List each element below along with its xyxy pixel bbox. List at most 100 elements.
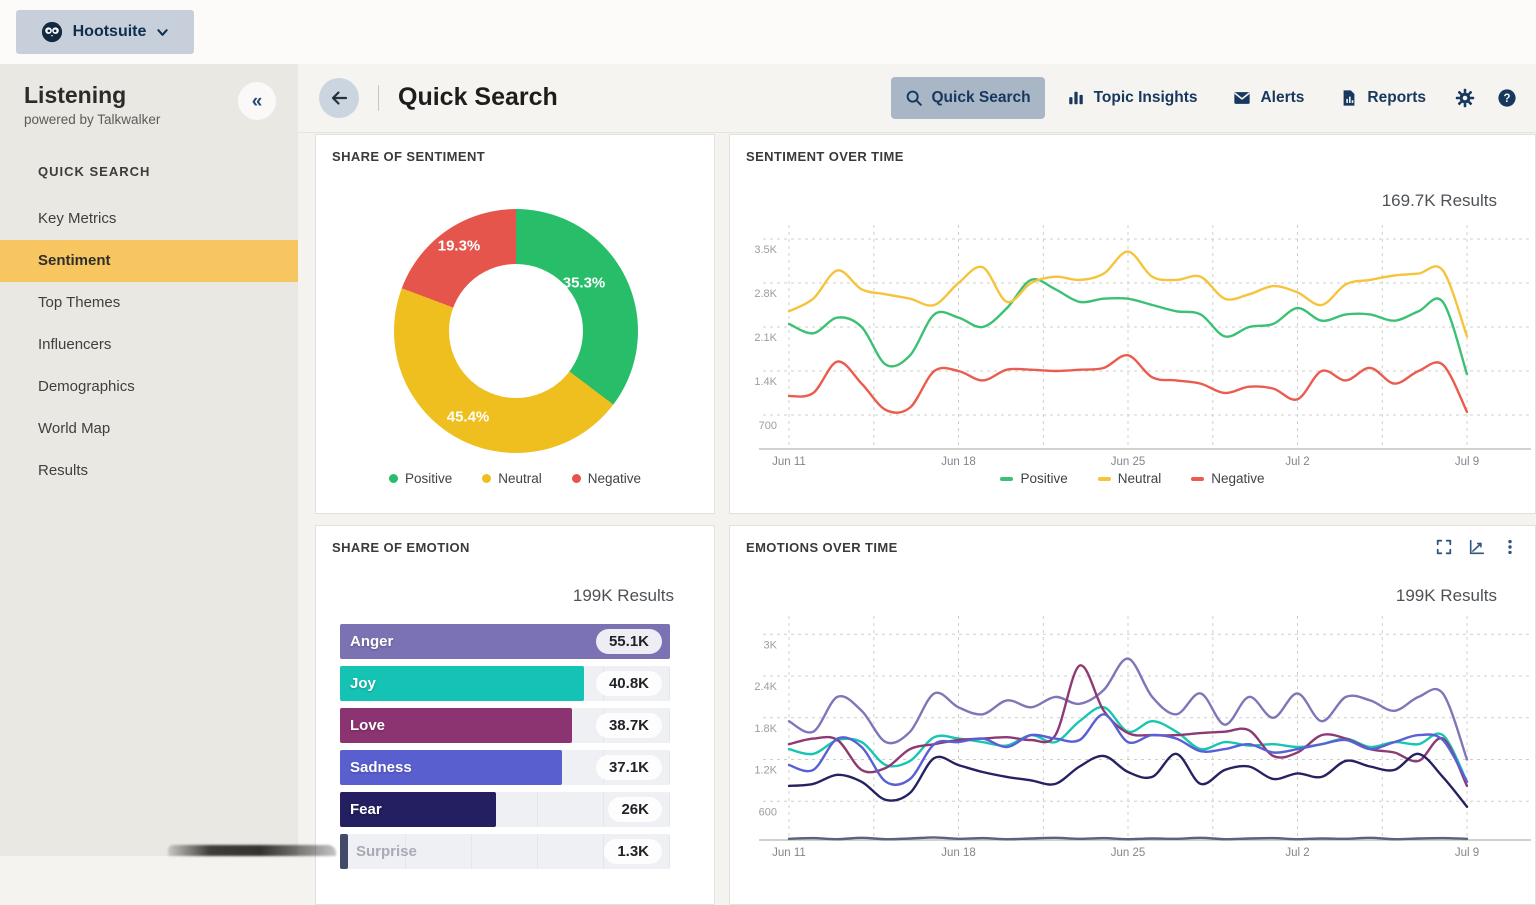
sidebar-item-results[interactable]: Results (0, 450, 298, 492)
nav-quick-search[interactable]: Quick Search (890, 77, 1045, 119)
bar-value: 40.8K (595, 671, 662, 696)
svg-text:Jul 2: Jul 2 (1285, 847, 1309, 859)
sidebar-item-key-metrics[interactable]: Key Metrics (0, 198, 298, 240)
search-icon (905, 89, 923, 107)
top-bar: Hootsuite (0, 0, 1536, 64)
svg-text:Jul 2: Jul 2 (1285, 456, 1309, 468)
legend-marker (1191, 476, 1205, 481)
panel-share-of-sentiment: SHARE OF SENTIMENT 35.3% 45.4% 19.3% Posit… (315, 134, 715, 514)
svg-text:3.5K: 3.5K (754, 244, 777, 256)
bar-label: Anger (350, 633, 394, 650)
sidebar-section-label: QUICK SEARCH (38, 164, 151, 179)
legend-item-negative[interactable]: Negative (571, 471, 642, 486)
sidebar-item-demographics[interactable]: Demographics (0, 366, 298, 408)
emotions-chart-toolbar (1435, 538, 1519, 556)
sidebar: Listening powered by Talkwalker « QUICK … (0, 64, 298, 856)
header-nav: Quick Search Topic Insights Alerts Reports? (890, 77, 1525, 119)
legend-label: Negative (1211, 471, 1265, 486)
sidebar-item-sentiment[interactable]: Sentiment (0, 240, 298, 282)
legend-label: Neutral (498, 471, 542, 486)
bar-row-anger[interactable]: Anger 55.1K (340, 624, 670, 659)
panel-title: SENTIMENT OVER TIME (746, 149, 904, 164)
svg-text:Jun 11: Jun 11 (772, 456, 806, 468)
results-count: 169.7K Results (1381, 191, 1497, 210)
legend-item-neutral[interactable]: Neutral (1097, 471, 1161, 486)
sidebar-item-influencers[interactable]: Influencers (0, 324, 298, 366)
legend-item-negative[interactable]: Negative (1191, 471, 1265, 486)
emotions-line-chart[interactable]: 600 1.2K 1.8K 2.4K 3K Jun 11 Jun 18 Jun 25 Jul 2… (730, 610, 1535, 862)
legend-marker (1000, 476, 1014, 481)
settings-gear-button[interactable] (1448, 77, 1482, 119)
svg-text:Jun 11: Jun 11 (772, 847, 806, 859)
collapse-double-chevron-icon: « (251, 90, 263, 112)
hootsuite-app-picker[interactable]: Hootsuite (16, 10, 194, 54)
settings-gear-icon (1455, 88, 1475, 108)
donut-slice-label-neutral: 45.4% (446, 408, 490, 426)
sidebar-item-world-map[interactable]: World Map (0, 408, 298, 450)
fullscreen-icon[interactable] (1435, 538, 1453, 556)
bar-row-fear[interactable]: Fear 26K (340, 792, 670, 827)
sidebar-collapse-button[interactable]: « (238, 82, 276, 120)
legend-item-positive[interactable]: Positive (388, 471, 453, 486)
svg-text:Jul 9: Jul 9 (1455, 847, 1479, 859)
legend-marker (388, 474, 398, 483)
bar-row-love[interactable]: Love 38.7K (340, 708, 670, 743)
nav-label: Alerts (1260, 89, 1305, 106)
sidebar-title: Listening (24, 82, 127, 108)
panel-title: SHARE OF EMOTION (332, 540, 470, 555)
bar-label: Joy (350, 675, 376, 692)
bar-label: Love (350, 717, 386, 734)
bar-chart-icon (1067, 89, 1085, 107)
help-button[interactable]: ? (1490, 77, 1524, 119)
chevron-down-icon (156, 26, 169, 39)
nav-label: Topic Insights (1093, 89, 1198, 106)
brand-label: Hootsuite (72, 23, 147, 40)
main-header: Quick Search Quick Search Topic Insights A… (298, 64, 1536, 133)
nav-topic-insights[interactable]: Topic Insights (1053, 77, 1212, 119)
bar-fill (340, 834, 348, 869)
line-chart-icon[interactable] (1468, 538, 1486, 556)
help-icon: ? (1497, 88, 1517, 108)
bar-label: Sadness (350, 759, 412, 776)
screen-artifact (168, 845, 336, 856)
legend-label: Negative (587, 471, 642, 486)
svg-text:1.4K: 1.4K (754, 376, 777, 388)
bar-row-sadness[interactable]: Sadness 37.1K (340, 750, 670, 785)
bar-value: 38.7K (595, 713, 662, 738)
svg-text:1.8K: 1.8K (754, 723, 777, 735)
hootsuite-owl-icon (41, 21, 63, 43)
legend-item-neutral[interactable]: Neutral (482, 471, 542, 486)
panel-title: EMOTIONS OVER TIME (746, 540, 898, 555)
svg-text:Jul 9: Jul 9 (1455, 456, 1479, 468)
nav-alerts[interactable]: Alerts (1219, 77, 1318, 119)
back-button[interactable] (319, 78, 359, 118)
svg-text:Jun 25: Jun 25 (1111, 456, 1146, 468)
panel-title: SHARE OF SENTIMENT (332, 149, 486, 164)
sentiment-line-chart[interactable]: 700 1.4K 2.1K 2.8K 3.5K Jun 11 Jun 18 Jun 25 Jul… (730, 219, 1535, 475)
bar-row-surprise[interactable]: Surprise 1.3K (340, 834, 670, 869)
sentiment-donut-legend: Positive Neutral Negative (316, 471, 714, 486)
header-divider (378, 85, 379, 111)
svg-text:2.1K: 2.1K (754, 332, 777, 344)
bar-row-joy[interactable]: Joy 40.8K (340, 666, 670, 701)
kebab-menu-icon[interactable] (1501, 538, 1519, 556)
svg-text:600: 600 (759, 806, 777, 818)
nav-label: Reports (1367, 89, 1426, 106)
bar-value: 1.3K (604, 839, 662, 864)
sidebar-subtitle: powered by Talkwalker (24, 112, 161, 127)
legend-item-positive[interactable]: Positive (1000, 471, 1068, 486)
bar-label: Surprise (356, 843, 417, 860)
svg-text:2.8K: 2.8K (754, 288, 777, 300)
svg-text:?: ? (1503, 93, 1510, 105)
bar-label: Fear (350, 801, 382, 818)
bar-value: 26K (608, 797, 662, 822)
panel-share-of-emotion: SHARE OF EMOTION 199K Results Anger 55.1K… (315, 525, 715, 905)
svg-text:1.2K: 1.2K (754, 765, 777, 777)
panel-emotions-over-time: EMOTIONS OVER TIME 199K Results 600 1.2K 1… (729, 525, 1536, 905)
nav-reports[interactable]: Reports (1326, 77, 1440, 119)
sidebar-item-top-themes[interactable]: Top Themes (0, 282, 298, 324)
sentiment-line-legend: Positive Neutral Negative (730, 471, 1535, 486)
bar-value: 37.1K (595, 755, 662, 780)
legend-label: Positive (404, 471, 453, 486)
donut-slice-label-negative: 19.3% (437, 237, 481, 255)
